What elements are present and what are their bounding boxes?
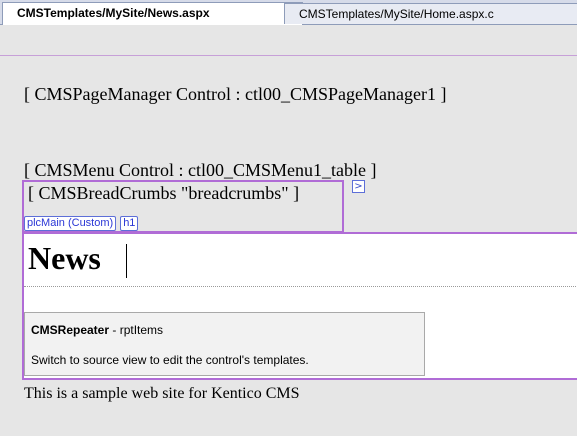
designer-top-strip bbox=[0, 25, 577, 56]
repeater-id: - rptItems bbox=[109, 323, 164, 337]
zone-badge-plcmain[interactable]: plcMain (Custom) bbox=[24, 216, 117, 231]
page-manager-placeholder[interactable]: [ CMSPageManager Control : ctl00_CMSPage… bbox=[24, 84, 446, 105]
chevron-right-icon[interactable]: > bbox=[352, 180, 365, 193]
footer-text[interactable]: This is a sample web site for Kentico CM… bbox=[24, 385, 300, 403]
zone-badges: plcMain (Custom) h1 bbox=[24, 216, 139, 232]
tag-badge-h1[interactable]: h1 bbox=[120, 216, 139, 231]
repeater-title: CMSRepeater - rptItems bbox=[31, 323, 163, 337]
text-cursor bbox=[126, 244, 127, 278]
document-tab-bar: CMSTemplates/MySite/News.aspx CMSTemplat… bbox=[0, 0, 577, 25]
page-heading[interactable]: News bbox=[28, 238, 101, 278]
dotted-divider bbox=[24, 286, 577, 287]
tab-home-aspx[interactable]: CMSTemplates/MySite/Home.aspx.c bbox=[284, 3, 577, 24]
repeater-hint: Switch to source view to edit the contro… bbox=[31, 353, 309, 367]
repeater-type: CMSRepeater bbox=[31, 323, 110, 337]
breadcrumbs-label: [ CMSBreadCrumbs "breadcrumbs" ] bbox=[28, 183, 300, 203]
tab-news-aspx[interactable]: CMSTemplates/MySite/News.aspx bbox=[2, 2, 303, 25]
menu-placeholder[interactable]: [ CMSMenu Control : ctl00_CMSMenu1_table… bbox=[24, 160, 377, 181]
repeater-control[interactable]: CMSRepeater - rptItems Switch to source … bbox=[24, 312, 425, 376]
